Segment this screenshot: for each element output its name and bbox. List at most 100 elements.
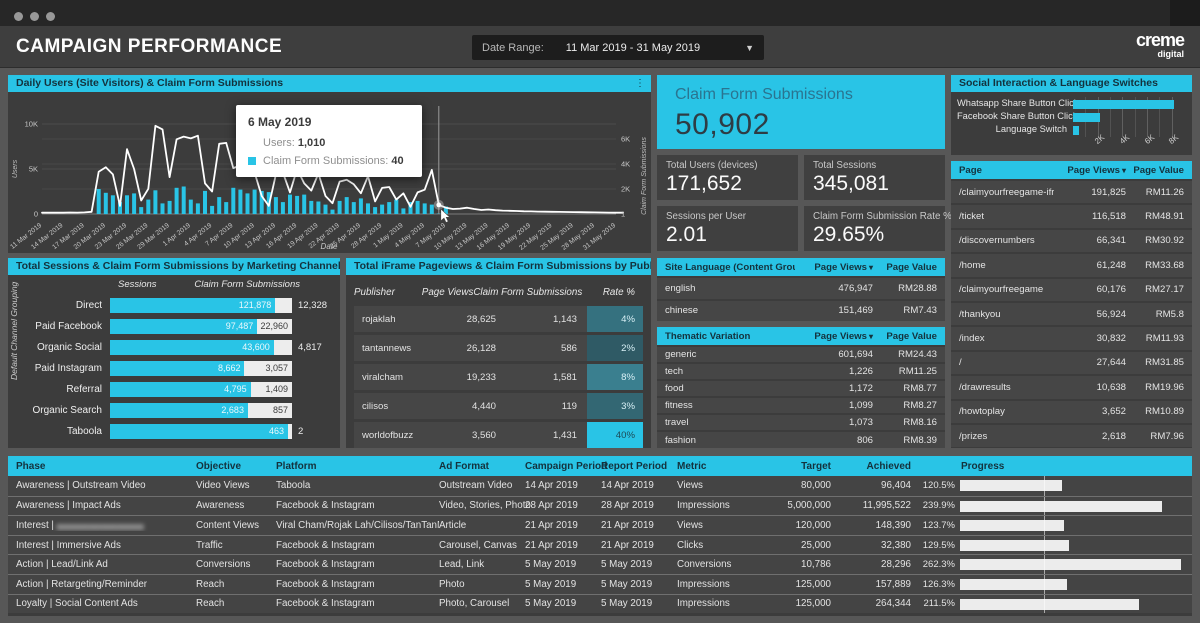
channel-label: Referral [66,384,102,395]
window-chrome [0,0,1200,26]
table-row: chinese 151,469 RM7.43 [657,300,945,321]
window-dot-icon[interactable] [14,12,23,21]
panel-title: Social Interaction & Language Switches [951,75,1192,92]
page-title: CAMPAIGN PERFORMANCE [16,36,283,57]
channel-chart-body[interactable]: Default Channel Grouping Sessions Claim … [8,275,340,448]
table-row: /27,644 RM31.85 [951,351,1192,375]
progress-percent: 239.9% [922,500,955,512]
campaign-table-header[interactable]: Phase Objective Platform Ad Format Campaign … [8,456,1192,476]
column-header: Platform [276,460,317,472]
brand-logo-line2: digital [1157,49,1185,59]
column-header-page[interactable]: Page [959,165,1054,176]
channel-row: Paid Instagram 8,662 3,057 [22,358,334,379]
channel-row: Organic Search 2,683 857 [22,400,334,421]
submissions-segment: 3,057 [244,361,292,376]
column-header-page-value[interactable]: Page Value [1126,165,1184,176]
window-dot-icon[interactable] [46,12,55,21]
window-dot-icon[interactable] [30,12,39,21]
progress-track [960,516,1188,535]
table-row: /home 61,248 RM33.68 [951,254,1192,277]
axis-tick-label: 6K [1142,132,1156,146]
target-reference-line [1044,574,1045,594]
svg-text:0: 0 [34,210,38,219]
svg-text:6K: 6K [621,135,630,144]
table-row: fashion 806 RM8.39 [657,432,945,448]
window-controls[interactable] [14,8,62,26]
target-reference-line [1044,594,1045,614]
progress-track [960,535,1188,555]
chevron-down-icon[interactable]: ▼ [745,43,754,53]
social-bar-chart[interactable]: Whatsapp Share Button Click Facebook Shar… [957,97,1184,155]
social-interaction-panel: Social Interaction & Language Switches W… [951,75,1192,155]
thematic-variation-panel: Thematic Variation Page Views ▾ Page Valu… [657,327,945,448]
campaign-row: Awareness | Outstream Video Video Views Ta… [8,476,1192,496]
table-row: worldofbuzz 3,560 1,431 40% [354,422,643,448]
date-range-value: 11 Mar 2019 - 31 May 2019 [565,41,701,54]
date-range-control[interactable]: Date Range: 11 Mar 2019 - 31 May 2019 ▼ [472,35,764,60]
table-row: fitness 1,099 RM8.27 [657,398,945,414]
submissions-segment: 857 [247,403,292,418]
daily-users-chart-panel: Daily Users (Site Visitors) & Claim Form… [8,75,651,253]
table-row: tantannews 26,128 586 2% [354,335,643,361]
svg-text:Claim Form Submissions: Claim Form Submissions [641,137,648,215]
campaign-table-body: Awareness | Outstream Video Video Views Ta… [8,476,1192,614]
channel-label: Organic Search [32,405,102,416]
column-header-language[interactable]: Site Language (Content Group) [665,262,795,273]
table-row: /index 30,832 RM11.93 [951,327,1192,350]
rate-heat-cell: 8% [587,364,643,390]
pages-table-body: /claimyourfreegame-iframe191,825RM11.26/… [951,181,1192,448]
panel-title: Total iFrame Pageviews & Claim Form Subm… [346,258,651,275]
channel-row: Direct 121,878 12,328 [22,295,334,316]
rate-heat-cell: 3% [587,393,643,419]
target-reference-line [1044,496,1045,516]
kebab-menu-icon[interactable]: ⋮ [635,75,645,92]
progress-track [960,496,1188,516]
progress-track [960,594,1188,614]
table-row: /discovernumbers 66,341 RM30.92 [951,229,1192,253]
progress-percent: 262.3% [922,559,955,571]
column-header-theme[interactable]: Thematic Variation [665,331,795,342]
target-reference-line [1044,476,1045,496]
rate-heat-cell: 40% [587,422,643,448]
column-header-page-value[interactable]: Page Value [873,331,937,342]
table-row: rojaklah 28,625 1,143 4% [354,306,643,332]
channel-label: Direct [75,300,102,311]
channel-row: Paid Facebook 97,487 22,960 [22,316,334,337]
column-header: Achieved [866,460,911,472]
redacted-text: ▅▅▅▅▅▅ ▅▅ ▅▅▅ ▅▅▅▅▅ [56,520,144,530]
campaign-row: Awareness | Impact Ads Awareness Facebook … [8,495,1192,516]
channel-y-axis-label: Default Channel Grouping [9,281,19,380]
svg-text:1: 1 [621,210,625,219]
channel-bars: Direct 121,878 12,328 Paid Facebook 97,487 22… [22,295,334,442]
date-range-label: Date Range: [482,41,544,54]
column-header-page-views[interactable]: Page Views ▾ [795,331,873,342]
table-row: /ticket 116,518 RM48.91 [951,205,1192,228]
language-table-body: english 476,947 RM28.88 chinese 151,469 RM7.4… [657,278,945,321]
channel-bar: 4,795 1,409 [110,382,292,397]
sessions-segment: 8,662 [110,361,245,376]
progress-bar [960,500,1162,512]
progress-bar [960,598,1139,610]
progress-track [960,574,1188,594]
rate-heat-cell: 2% [587,335,643,361]
column-header-page-views[interactable]: Page Views ▾ [795,262,873,273]
table-row: generic 601,694 RM24.43 [657,347,945,363]
thematic-table-body: generic 601,694 RM24.43 tech 1,226 RM11.25 foo… [657,347,945,448]
progress-track [960,476,1188,496]
sessions-segment: 43,600 [110,340,274,355]
channel-label: Organic Social [36,342,102,353]
social-bar [1073,100,1175,109]
table-row: /howtoplay 3,652 RM10.89 [951,400,1192,423]
svg-text:5K: 5K [29,165,38,174]
progress-percent: 123.7% [922,519,955,531]
kpi-label: Claim Form Submissions [675,86,853,103]
column-header: Metric [677,460,707,472]
column-header-page-views[interactable]: Page Views ▾ [1054,165,1126,176]
sessions-segment: 97,487 [110,319,258,334]
tooltip-users-row: Users: 1,010 [263,137,326,149]
axis-tick-label: 2K [1093,132,1107,146]
column-header-page-value[interactable]: Page Value [873,262,937,273]
progress-bar [960,480,1062,491]
table-row: /claimyourfreegame-iframe191,825RM11.26 [951,181,1192,204]
submissions-segment [275,298,292,313]
